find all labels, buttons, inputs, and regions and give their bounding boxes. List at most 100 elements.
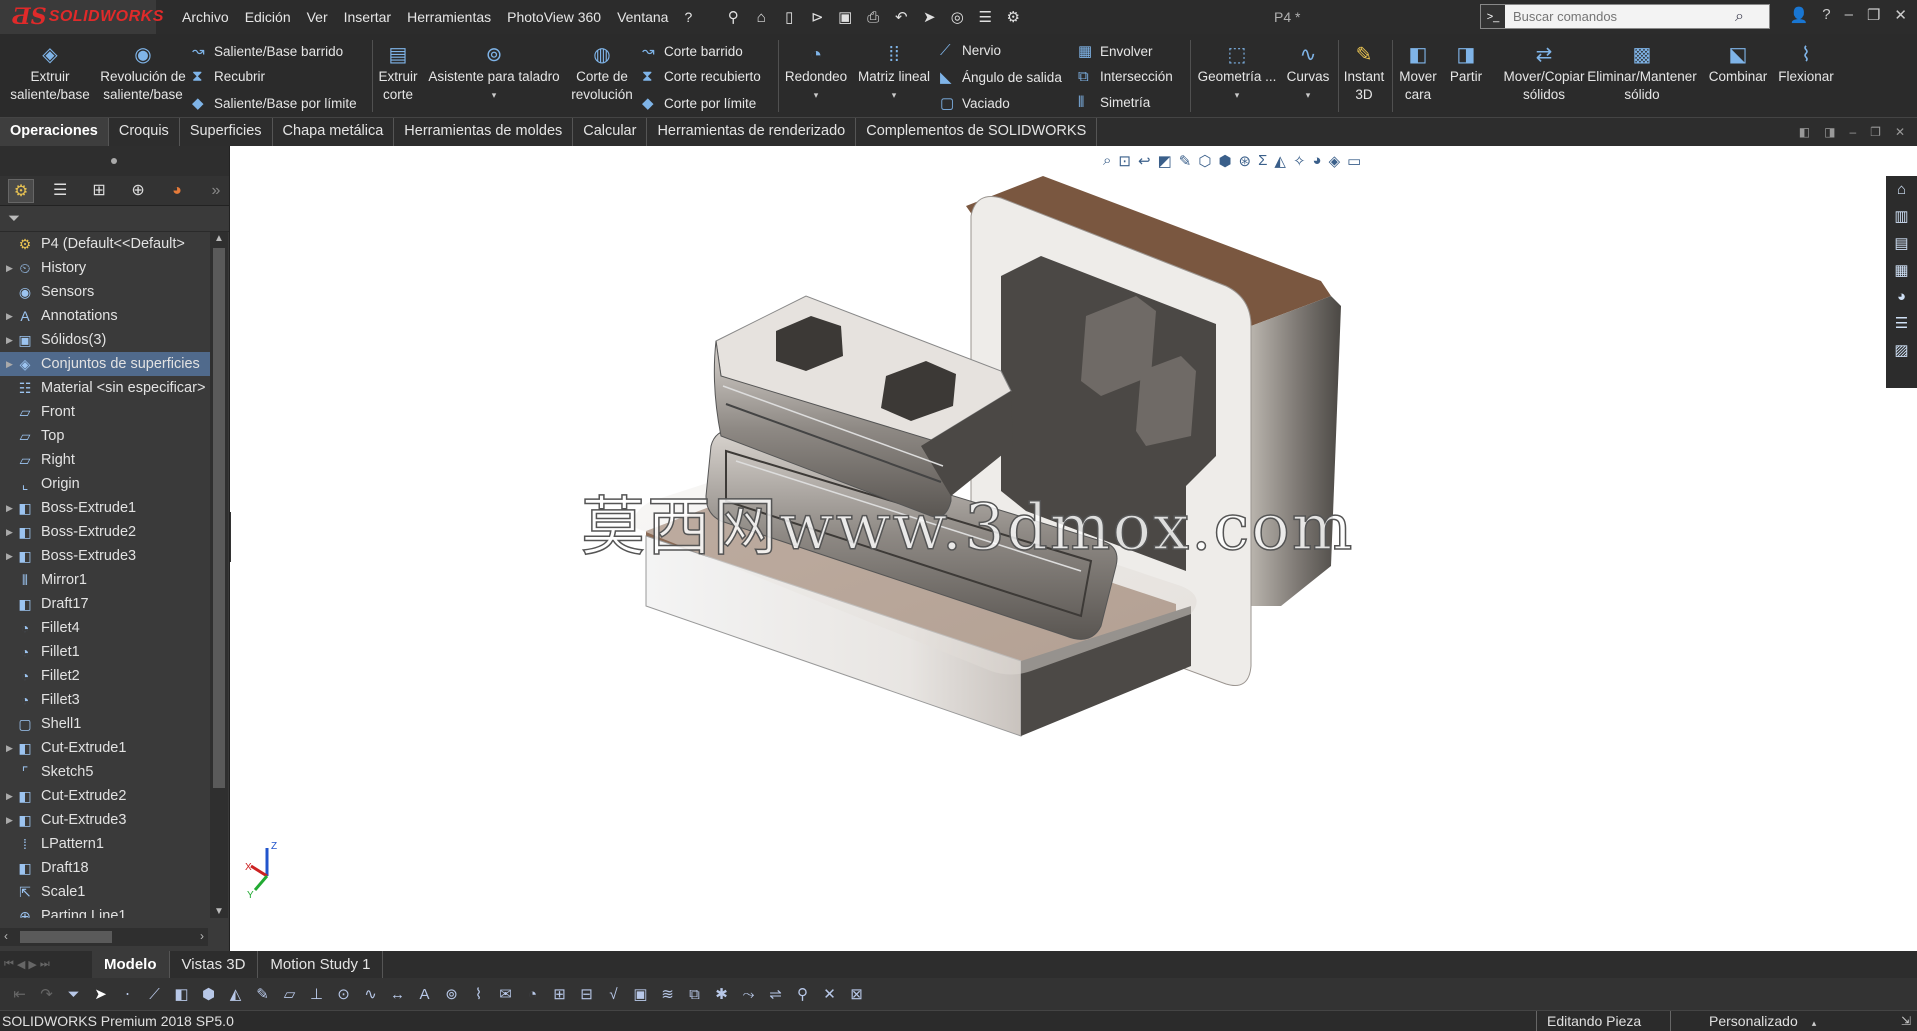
block-filter-icon[interactable]: ▣: [631, 985, 650, 1003]
home-icon[interactable]: ⌂: [750, 9, 772, 26]
tab-calcular[interactable]: Calcular: [573, 118, 648, 146]
configuration-manager-tab-icon[interactable]: ⊞: [86, 179, 112, 203]
face-filter-icon[interactable]: ◧: [172, 985, 191, 1003]
lofted-cut-button[interactable]: ⧗ Corte recubierto: [642, 68, 761, 85]
revolved-cut-button[interactable]: ◍ Corte de revolución: [566, 42, 638, 104]
menu-archivo[interactable]: Archivo: [182, 9, 229, 25]
curve-filter-icon[interactable]: ∿: [361, 985, 380, 1003]
expand-arrow-icon[interactable]: ▶: [0, 743, 14, 754]
annotation-filter-icon[interactable]: A: [415, 986, 434, 1003]
tree-item[interactable]: ▶ ▣ Sólidos(3): [0, 328, 210, 352]
extruded-boss-button[interactable]: ◈ Extruir saliente/base: [8, 42, 92, 104]
expand-arrow-icon[interactable]: ▶: [0, 527, 14, 538]
tab-herramientas-moldes[interactable]: Herramientas de moldes: [394, 118, 574, 146]
shell-button[interactable]: ▢ Vaciado: [940, 94, 1010, 112]
flex-button[interactable]: ⌇ Flexionar: [1774, 42, 1838, 86]
save-icon[interactable]: ▣: [834, 8, 856, 26]
surface-finish-filter-icon[interactable]: √: [604, 986, 623, 1003]
expand-arrow-icon[interactable]: ▶: [0, 311, 14, 322]
tree-item[interactable]: ▶ ◈ Conjuntos de superficies: [0, 352, 210, 376]
linear-pattern-button[interactable]: ⁞⁞ Matriz lineal ▾: [854, 42, 934, 104]
tree-item[interactable]: ▢ Shell1: [0, 712, 210, 736]
pattern-dropdown-icon[interactable]: ▾: [892, 86, 897, 104]
file-explorer-icon[interactable]: ▤: [1894, 234, 1908, 252]
tree-item[interactable]: ▶ ◧ Boss-Extrude2: [0, 520, 210, 544]
search-input[interactable]: [1505, 9, 1735, 24]
tree-item[interactable]: ▶ ◧ Cut-Extrude3: [0, 808, 210, 832]
toggle-filter-icon[interactable]: ⚲: [793, 985, 812, 1003]
status-bar-options-icon[interactable]: ⇲: [1901, 1011, 1911, 1031]
hole-wizard-dropdown-icon[interactable]: ▾: [492, 86, 497, 104]
last-tab-icon[interactable]: ⏭: [40, 958, 50, 971]
tree-item[interactable]: ⊕ Parting Line1: [0, 904, 210, 919]
open-icon[interactable]: ⊳: [806, 8, 828, 26]
rib-button[interactable]: ⟋ Nervio: [940, 42, 1001, 59]
tile-right-icon[interactable]: ◨: [1824, 125, 1835, 139]
wrap-button[interactable]: ▦ Envolver: [1078, 42, 1153, 60]
tree-item[interactable]: ▶ ◧ Boss-Extrude1: [0, 496, 210, 520]
options-gear-icon[interactable]: ⚙: [1002, 8, 1024, 26]
edge-filter-icon[interactable]: ⟋: [145, 986, 164, 1003]
tree-horizontal-scrollbar[interactable]: ‹ ›: [0, 928, 208, 946]
swept-boss-button[interactable]: ↝ Saliente/Base barrido: [192, 42, 343, 60]
solidworks-forum-icon[interactable]: ▨: [1894, 341, 1908, 359]
tree-item[interactable]: ⌜ Sketch5: [0, 760, 210, 784]
draft-button[interactable]: ◣ Ángulo de salida: [940, 68, 1062, 86]
surface-filter-icon[interactable]: ◭: [226, 985, 245, 1003]
curves-dropdown-icon[interactable]: ▾: [1306, 86, 1311, 104]
body-filter-icon[interactable]: ⬢: [199, 985, 218, 1003]
tree-item[interactable]: ◧ Draft17: [0, 592, 210, 616]
mirror-button[interactable]: ⫴ Simetría: [1078, 94, 1150, 111]
boundary-boss-button[interactable]: ◆ Saliente/Base por límite: [192, 94, 357, 112]
tree-item[interactable]: ▱ Top: [0, 424, 210, 448]
pointer-icon[interactable]: ➤: [91, 985, 110, 1003]
fillet-button[interactable]: ◔ Redondeo ▾: [782, 42, 850, 104]
hole-wizard-button[interactable]: ⊚ Asistente para taladro ▾: [424, 42, 564, 104]
hole-filter-icon[interactable]: ⊚: [442, 985, 461, 1003]
expand-arrow-icon[interactable]: ▶: [0, 263, 14, 274]
expand-arrow-icon[interactable]: ▶: [0, 335, 14, 346]
tree-item[interactable]: ▶ A Annotations: [0, 304, 210, 328]
expand-panel-icon[interactable]: »: [203, 179, 229, 203]
tree-item[interactable]: ▶ ◧ Cut-Extrude1: [0, 736, 210, 760]
tree-item[interactable]: ◔ Fillet1: [0, 640, 210, 664]
display-manager-tab-icon[interactable]: ◕: [164, 179, 190, 203]
spot-weld-filter-icon[interactable]: ✱: [712, 985, 731, 1003]
menu-insertar[interactable]: Insertar: [344, 9, 391, 25]
extruded-cut-button[interactable]: ▤ Extruir corte: [376, 42, 420, 104]
expand-arrow-icon[interactable]: ▶: [0, 503, 14, 514]
fillet-dropdown-icon[interactable]: ▾: [814, 86, 819, 104]
menu-herramientas[interactable]: Herramientas: [407, 9, 491, 25]
clear-filter-icon[interactable]: ✕: [820, 985, 839, 1003]
panel-grip-icon[interactable]: [111, 158, 117, 164]
solidworks-logo[interactable]: ƋS SOLIDWORKS: [0, 0, 163, 34]
hscroll-thumb[interactable]: [20, 931, 112, 943]
menu-photoview[interactable]: PhotoView 360: [507, 9, 601, 25]
unit-system[interactable]: Personalizado ▴: [1670, 1011, 1850, 1031]
sketch-filter-icon[interactable]: ✎: [253, 985, 272, 1003]
rollback-icon[interactable]: ⇤: [10, 985, 29, 1003]
route-filter-icon[interactable]: ⤳: [739, 986, 758, 1003]
tab-croquis[interactable]: Croquis: [109, 118, 180, 146]
feature-manager-tab-icon[interactable]: ⚙: [8, 178, 35, 203]
dimension-filter-icon[interactable]: ↔: [388, 986, 407, 1003]
curves-button[interactable]: ∿ Curvas ▾: [1282, 42, 1334, 104]
dimxpert-tab-icon[interactable]: ⊕: [125, 179, 151, 203]
intersect-button[interactable]: ⧉ Intersección: [1078, 68, 1173, 85]
tab-renderizado[interactable]: Herramientas de renderizado: [647, 118, 857, 146]
tree-item[interactable]: ⌞ Origin: [0, 472, 210, 496]
tab-chapa-metalica[interactable]: Chapa metálica: [273, 118, 395, 146]
tab-complementos[interactable]: Complementos de SOLIDWORKS: [856, 118, 1098, 146]
select-filter-icon[interactable]: ⏷: [64, 986, 83, 1003]
expand-arrow-icon[interactable]: ▶: [0, 551, 14, 562]
tree-item[interactable]: ⇱ Scale1: [0, 880, 210, 904]
point-filter-icon[interactable]: ⊙: [334, 985, 353, 1003]
tree-item[interactable]: ⁞ LPattern1: [0, 832, 210, 856]
tree-item[interactable]: ▱ Front: [0, 400, 210, 424]
restore-icon[interactable]: ❐: [1867, 6, 1880, 24]
close-icon[interactable]: ✕: [1894, 6, 1907, 24]
solidworks-resources-icon[interactable]: ⌂: [1897, 181, 1906, 198]
swept-cut-button[interactable]: ↝ Corte barrido: [642, 42, 743, 60]
axis-filter-icon[interactable]: ⊥: [307, 985, 326, 1003]
pin-icon[interactable]: ⚲: [722, 8, 744, 26]
